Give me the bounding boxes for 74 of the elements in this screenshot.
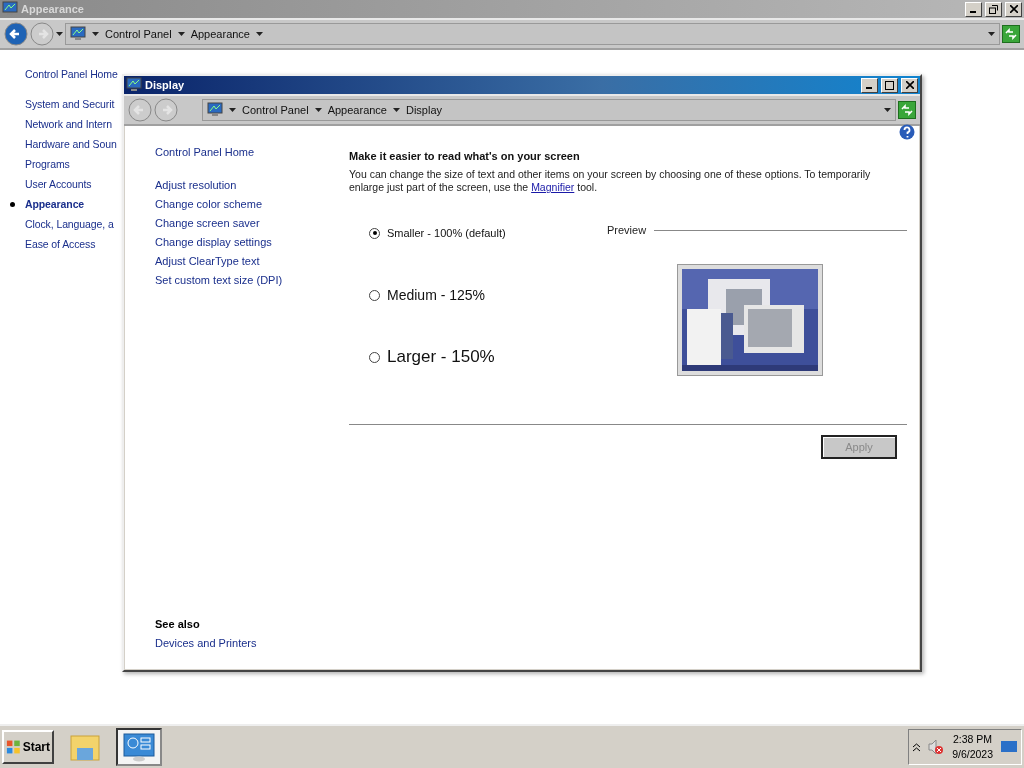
monitor-icon	[126, 77, 142, 93]
back-button[interactable]	[4, 22, 28, 46]
radio-button[interactable]	[369, 227, 380, 239]
nav-link[interactable]: Control Panel Home	[25, 68, 118, 80]
breadcrumb-item[interactable]: Appearance	[327, 104, 387, 116]
taskbar-item[interactable]	[116, 728, 162, 766]
radio-button[interactable]	[369, 289, 380, 301]
caret-icon[interactable]	[229, 108, 236, 112]
start-button[interactable]: Start	[2, 730, 54, 764]
restore-icon	[989, 4, 998, 14]
close-button[interactable]	[1005, 1, 1022, 17]
task-link[interactable]: Change screen saver	[155, 217, 321, 229]
refresh-icon[interactable]	[1002, 25, 1020, 43]
close-icon	[905, 81, 914, 89]
see-also-link[interactable]: Devices and Printers	[155, 637, 321, 649]
nav-link[interactable]: Clock, Language, a	[25, 218, 114, 230]
nav-link[interactable]: Programs	[25, 158, 70, 170]
dropdown-icon[interactable]	[988, 32, 995, 36]
window-title: Appearance	[21, 3, 85, 15]
breadcrumb-item[interactable]: Appearance	[190, 28, 250, 40]
minimize-button[interactable]	[965, 1, 982, 17]
speaker-muted-icon[interactable]	[928, 739, 945, 755]
minimize-button[interactable]	[861, 77, 878, 93]
time-text: 2:38 PM	[953, 732, 993, 747]
task-link[interactable]: Adjust ClearType text	[155, 255, 321, 267]
radio-button[interactable]	[369, 351, 380, 363]
folder-icon	[69, 732, 101, 762]
maximize-icon	[885, 80, 894, 90]
caret-icon[interactable]	[177, 32, 185, 36]
task-link[interactable]: Set custom text size (DPI)	[155, 274, 321, 286]
task-link[interactable]: Change display settings	[155, 236, 321, 248]
flag-icon	[6, 739, 21, 755]
monitor-icon	[70, 26, 86, 42]
window-title: Display	[145, 79, 186, 91]
nav-link[interactable]: Network and Intern	[25, 118, 112, 130]
close-icon	[1009, 5, 1018, 13]
caret-icon[interactable]	[314, 108, 322, 112]
breadcrumb-item[interactable]: Control Panel	[242, 104, 309, 116]
heading: Make it easier to read what's on your screen	[349, 150, 581, 162]
radio-option[interactable]: Smaller - 100% (default)	[369, 202, 607, 264]
address-bar[interactable]: Control Panel Appearance Display	[202, 99, 896, 121]
help-icon[interactable]	[899, 124, 915, 140]
task-link[interactable]: Control Panel Home	[155, 146, 321, 158]
history-dropdown-icon[interactable]	[56, 32, 63, 36]
show-desktop-icon[interactable]	[1001, 740, 1017, 754]
caret-icon[interactable]	[256, 32, 263, 36]
show-hidden-icons-icon[interactable]	[913, 742, 921, 752]
radio-option[interactable]: Larger - 150%	[369, 326, 607, 388]
radio-option[interactable]: Medium - 125%	[369, 264, 607, 326]
task-link[interactable]: Adjust resolution	[155, 179, 321, 191]
nav-link[interactable]: System and Securit	[25, 98, 115, 110]
section-heading: See also	[155, 618, 201, 630]
nav-link[interactable]: User Accounts	[25, 178, 92, 190]
refresh-icon[interactable]	[898, 101, 916, 119]
breadcrumb-item[interactable]: Display	[406, 104, 443, 116]
caret-icon[interactable]	[92, 32, 99, 36]
monitor-icon	[207, 102, 223, 118]
restore-button[interactable]	[985, 1, 1002, 17]
magnifier-link[interactable]: Magnifier	[531, 181, 575, 193]
bullet-icon	[10, 201, 15, 207]
maximize-button[interactable]	[881, 77, 898, 93]
breadcrumb-item[interactable]: Control Panel	[105, 28, 172, 40]
address-bar[interactable]: Control Panel Appearance	[65, 23, 1000, 45]
display-settings-icon	[123, 732, 155, 762]
nav-link[interactable]: Appearance	[25, 198, 85, 210]
nav-link[interactable]: Hardware and Soun	[25, 138, 117, 150]
dropdown-icon[interactable]	[884, 108, 891, 112]
caret-icon[interactable]	[393, 108, 400, 112]
preview-label: Preview	[607, 224, 647, 236]
close-button[interactable]	[901, 77, 918, 93]
nav-link[interactable]: Ease of Access	[25, 238, 96, 250]
task-link[interactable]: Change color scheme	[155, 198, 321, 210]
description: You can change the size of text and other items on your screen by choosing one of these options. To temporarily enlarge just part of the screen, use the Magnifier tool.	[349, 168, 872, 194]
date-text: 9/6/2023	[952, 747, 993, 762]
